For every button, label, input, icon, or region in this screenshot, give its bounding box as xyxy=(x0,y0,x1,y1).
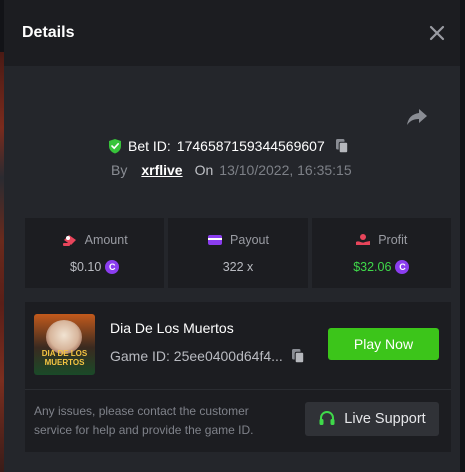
amount-label: Amount xyxy=(84,232,128,247)
headset-icon xyxy=(319,410,335,425)
amount-icon xyxy=(62,234,76,246)
bet-id-value: 1746587159344569607 xyxy=(176,138,325,154)
modal-title: Details xyxy=(22,24,75,41)
play-now-button[interactable]: Play Now xyxy=(328,328,439,360)
divider xyxy=(25,389,451,390)
stat-amount: Amount $0.10 C xyxy=(25,218,165,288)
bet-meta-row: By xrflive On 13/10/2022, 16:35:15 xyxy=(111,162,352,178)
bet-stats: Amount $0.10 C Payout 322 x Profit $32.0… xyxy=(25,218,451,288)
stat-profit: Profit $32.06 C xyxy=(311,218,451,288)
stat-payout: Payout 322 x xyxy=(168,218,308,288)
game-id-row: Game ID: 25ee0400d64f4... xyxy=(110,348,305,364)
payout-label: Payout xyxy=(230,232,269,247)
close-icon[interactable] xyxy=(428,24,446,42)
details-modal: Details Bet ID: 1746587159344569607 By x… xyxy=(4,0,460,472)
live-support-button[interactable]: Live Support xyxy=(305,402,439,436)
coin-icon: C xyxy=(105,259,120,274)
profit-icon xyxy=(356,233,371,245)
live-support-label: Live Support xyxy=(344,411,426,427)
payout-value: 322 x xyxy=(222,259,254,274)
profit-value: $32.06 xyxy=(353,259,392,274)
copy-icon[interactable] xyxy=(291,348,305,364)
game-card: DIA DE LOS MUERTOS Dia De Los Muertos Ga… xyxy=(25,302,451,452)
copy-icon[interactable] xyxy=(335,138,349,154)
verified-shield-icon xyxy=(109,139,121,154)
bet-id-label: Bet ID: xyxy=(128,138,171,154)
game-thumbnail[interactable]: DIA DE LOS MUERTOS xyxy=(34,314,95,375)
username-link[interactable]: xrflive xyxy=(141,162,182,178)
amount-value: $0.10 xyxy=(70,259,102,274)
profit-label: Profit xyxy=(378,232,408,247)
payout-icon xyxy=(208,234,223,245)
game-id: Game ID: 25ee0400d64f4... xyxy=(110,348,283,364)
help-text: Any issues, please contact the customer … xyxy=(34,404,254,437)
by-label: By xyxy=(111,162,128,178)
on-label: On xyxy=(194,162,214,178)
bet-date: 13/10/2022, 16:35:15 xyxy=(219,162,352,178)
share-icon[interactable] xyxy=(405,107,429,127)
thumbnail-logo-text: DIA DE LOS MUERTOS xyxy=(41,349,88,367)
bet-id-row: Bet ID: 1746587159344569607 xyxy=(108,136,349,156)
modal-header: Details xyxy=(4,0,460,66)
game-name: Dia De Los Muertos xyxy=(110,320,234,336)
coin-icon: C xyxy=(395,259,410,274)
